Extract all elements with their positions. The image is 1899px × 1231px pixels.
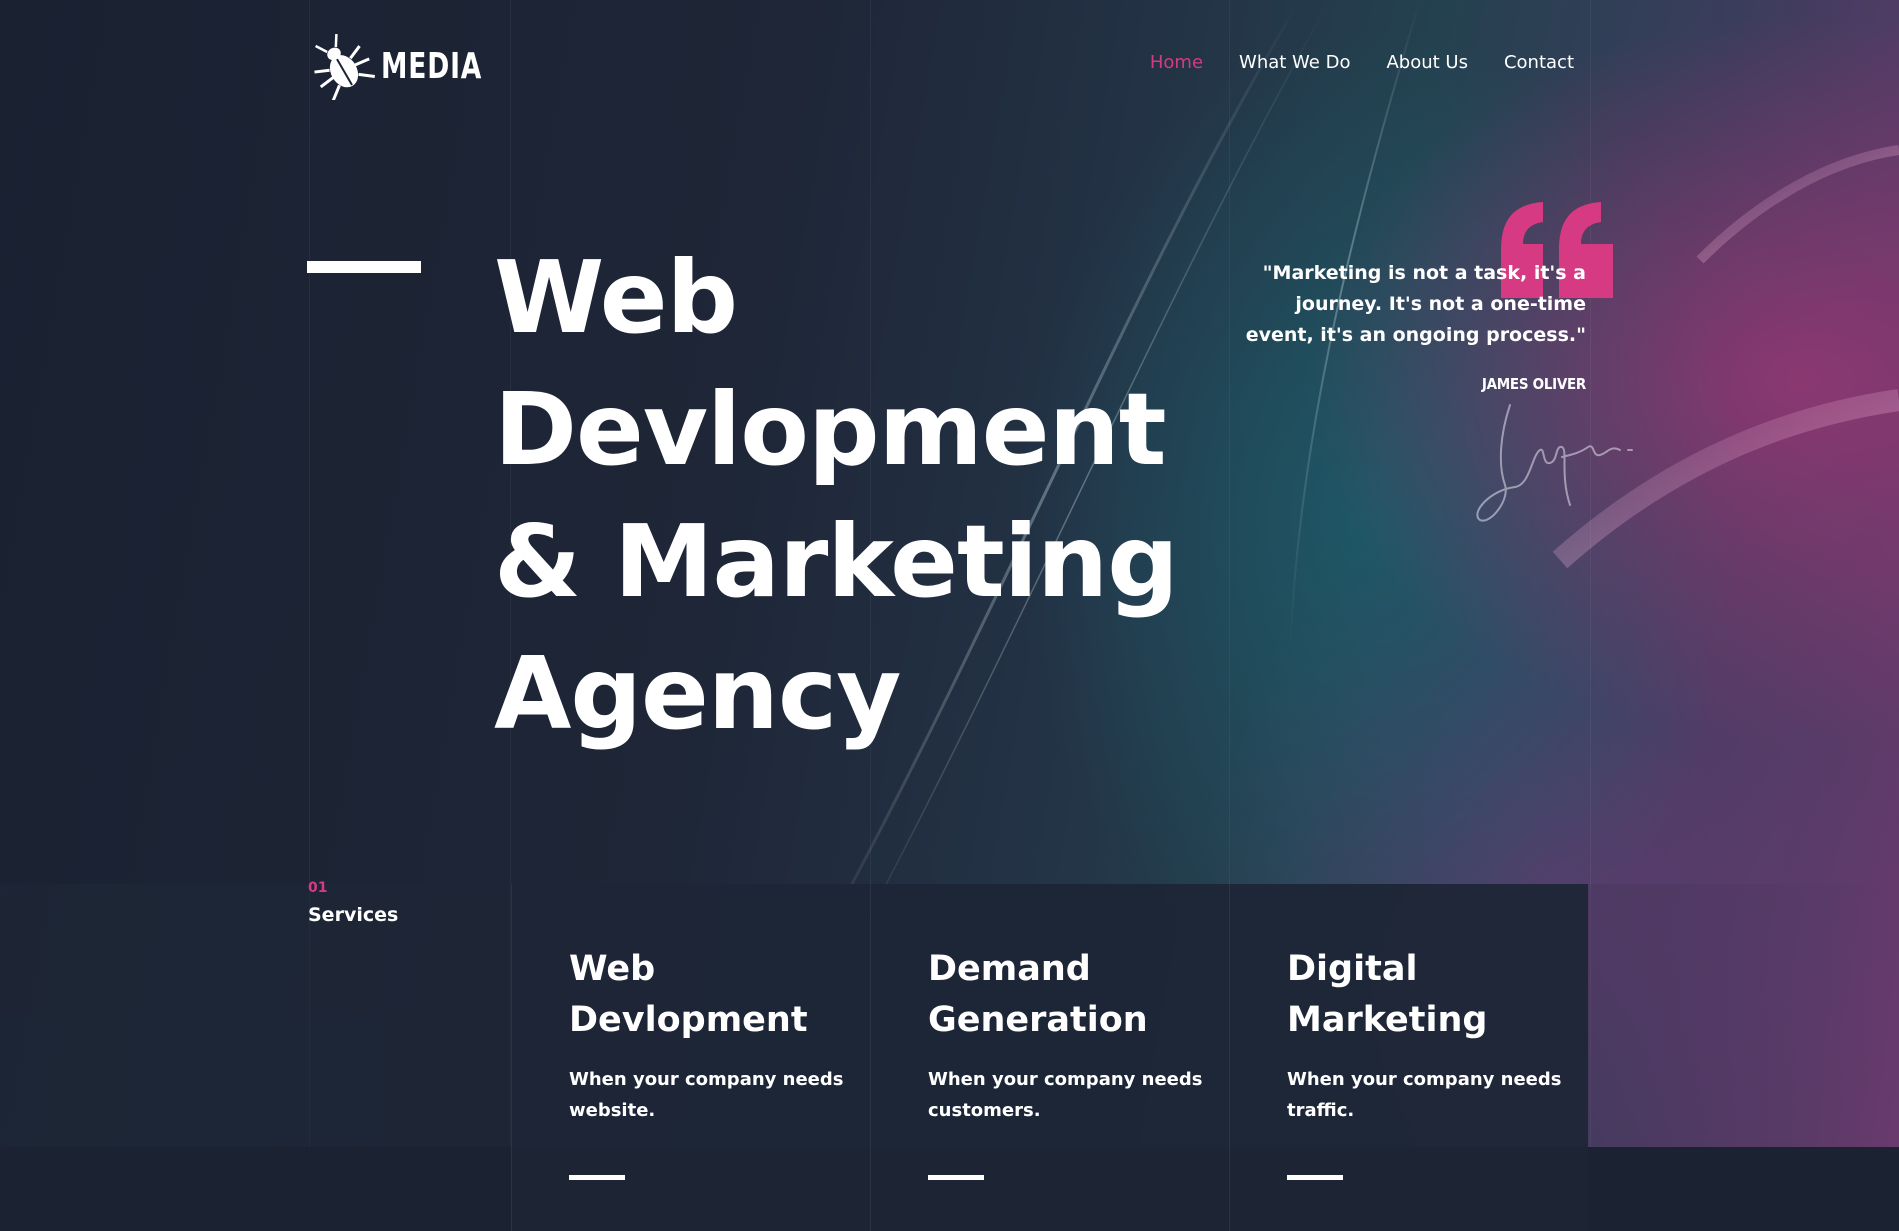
service-description: When your company needs customers. bbox=[928, 1069, 1203, 1121]
nav-home[interactable]: Home bbox=[1150, 52, 1203, 73]
service-card-web-development[interactable]: Web Devlopment When your company needs w… bbox=[511, 884, 870, 1231]
hero-title-line: Devlopment bbox=[494, 371, 1167, 488]
service-card-demand-generation[interactable]: Demand Generation When your company need… bbox=[870, 884, 1229, 1231]
beetle-icon bbox=[314, 33, 375, 100]
service-title: Web Devlopment bbox=[569, 949, 808, 1040]
nav-about-us[interactable]: About Us bbox=[1386, 52, 1468, 73]
nav-contact[interactable]: Contact bbox=[1504, 52, 1574, 73]
service-title: Digital Marketing bbox=[1287, 949, 1488, 1040]
services-label: Services bbox=[308, 904, 399, 926]
logo[interactable]: MEDIA bbox=[307, 30, 504, 102]
services-number: 01 bbox=[308, 880, 328, 896]
signature-icon bbox=[1476, 404, 1633, 522]
service-description: When your company needs traffic. bbox=[1287, 1069, 1562, 1121]
hero-title: Web Devlopment & Marketing Agency bbox=[494, 232, 1179, 760]
service-description: When your company needs website. bbox=[569, 1069, 844, 1121]
quote-author: JAMES OLIVER bbox=[1481, 375, 1586, 393]
service-underline bbox=[569, 1175, 625, 1180]
main-nav: Home What We Do About Us Contact bbox=[1150, 52, 1574, 73]
quote-text: "Marketing is not a task, it's a journey… bbox=[1245, 262, 1586, 346]
hero-title-line: & Marketing bbox=[494, 503, 1179, 620]
service-title: Demand Generation bbox=[928, 949, 1148, 1040]
nav-what-we-do[interactable]: What We Do bbox=[1239, 52, 1350, 73]
logo-text: MEDIA bbox=[381, 45, 483, 87]
hero-title-line: Agency bbox=[494, 635, 901, 752]
hero-title-line: Web bbox=[494, 239, 738, 356]
services-cards: Web Devlopment When your company needs w… bbox=[511, 884, 1588, 1231]
service-underline bbox=[928, 1175, 984, 1180]
service-underline bbox=[1287, 1175, 1343, 1180]
hero-dash bbox=[307, 261, 421, 273]
service-card-digital-marketing[interactable]: Digital Marketing When your company need… bbox=[1229, 884, 1588, 1231]
